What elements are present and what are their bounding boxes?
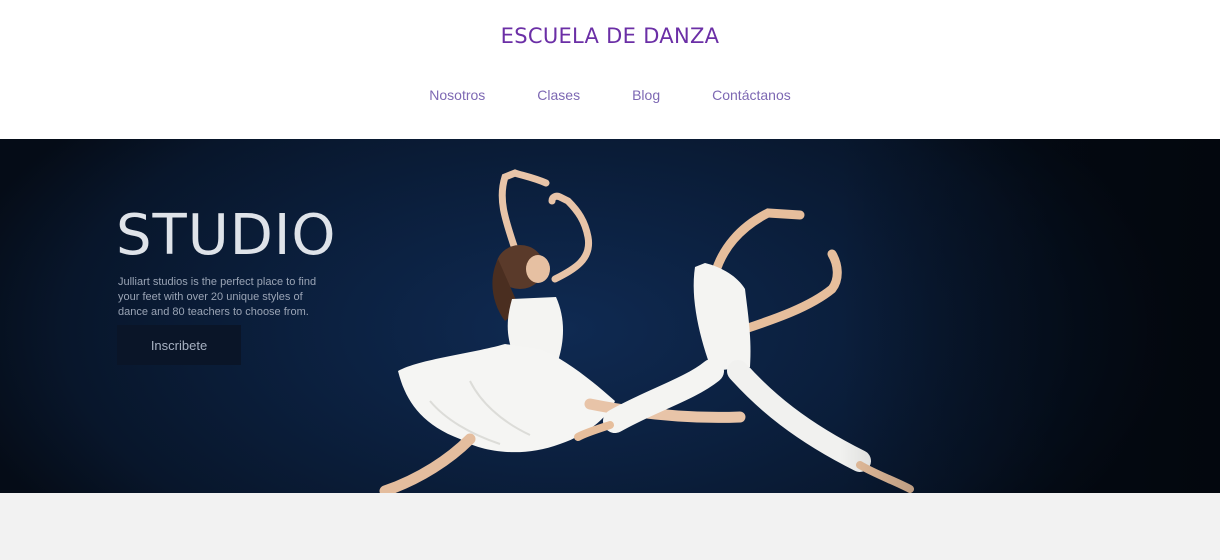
- nav-item-nosotros[interactable]: Nosotros: [429, 87, 485, 103]
- female-dancer: [379, 169, 746, 493]
- hero-title: STUDIO: [116, 203, 337, 268]
- content-section: [0, 493, 1220, 560]
- site-brand[interactable]: ESCUELA DE DANZA: [0, 24, 1220, 48]
- nav-item-contactanos[interactable]: Contáctanos: [712, 87, 791, 103]
- main-nav: Nosotros Clases Blog Contáctanos: [0, 87, 1220, 103]
- nav-item-blog[interactable]: Blog: [632, 87, 660, 103]
- hero-shade: [840, 139, 1220, 493]
- site-header: ESCUELA DE DANZA Nosotros Clases Blog Co…: [0, 0, 1220, 139]
- signup-button[interactable]: Inscribete: [117, 325, 241, 365]
- hero-banner: STUDIO Julliart studios is the perfect p…: [0, 139, 1220, 493]
- hero-description: Julliart studios is the perfect place to…: [118, 276, 317, 318]
- nav-item-clases[interactable]: Clases: [537, 87, 580, 103]
